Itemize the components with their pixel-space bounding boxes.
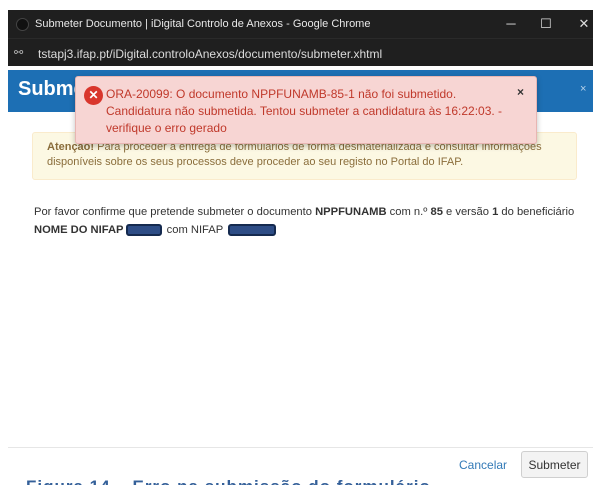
document-number: 85 — [430, 206, 443, 218]
confirm-text-part: Por favor confirme que pretende submeter… — [34, 206, 316, 218]
document-code: NPPFUNAMB — [315, 206, 387, 218]
error-toast: ✕ ORA-20099: O documento NPPFUNAMB-85-1 … — [75, 76, 537, 144]
title-bar: Submeter Documento | iDigital Controlo d… — [8, 10, 593, 38]
minimize-button[interactable]: ─ — [500, 14, 522, 34]
error-icon: ✕ — [84, 86, 103, 105]
maximize-button[interactable]: ☐ — [535, 14, 557, 34]
redacted-nifap-box — [228, 224, 277, 237]
url-text[interactable]: tstapj3.ifap.pt/iDigital.controloAnexos/… — [38, 47, 382, 61]
chrome-icon — [16, 18, 29, 31]
confirm-text-part: e versão — [442, 206, 493, 218]
submit-button[interactable]: Submeter — [521, 451, 588, 478]
site-info-icon[interactable]: ⚯ — [14, 46, 30, 60]
confirm-text-part: com NIFAP — [163, 224, 227, 236]
confirm-text-part: do beneficiário — [498, 206, 575, 218]
error-message: ORA-20099: O documento NPPFUNAMB-85-1 nã… — [106, 87, 503, 135]
footer-divider — [8, 447, 593, 448]
confirm-text-part: com n.º — [386, 206, 431, 218]
redacted-box — [125, 224, 162, 237]
window-title: Submeter Documento | iDigital Controlo d… — [35, 18, 371, 30]
confirmation-text: Por favor confirme que pretende submeter… — [34, 203, 589, 239]
beneficiary-name: NOME DO NIFAP — [34, 224, 124, 236]
cancel-button[interactable]: Cancelar — [459, 458, 507, 472]
warning-text: Para proceder à entrega de formulários d… — [47, 141, 542, 168]
address-bar[interactable]: ⚯ tstapj3.ifap.pt/iDigital.controloAnexo… — [8, 38, 593, 66]
dialog-close-icon[interactable]: × — [580, 83, 586, 95]
close-window-button[interactable]: ✕ — [573, 14, 593, 34]
toast-close-icon[interactable]: × — [517, 85, 524, 99]
figure-caption: Figura 14 – Erro na submissão do formulá… — [26, 477, 431, 485]
